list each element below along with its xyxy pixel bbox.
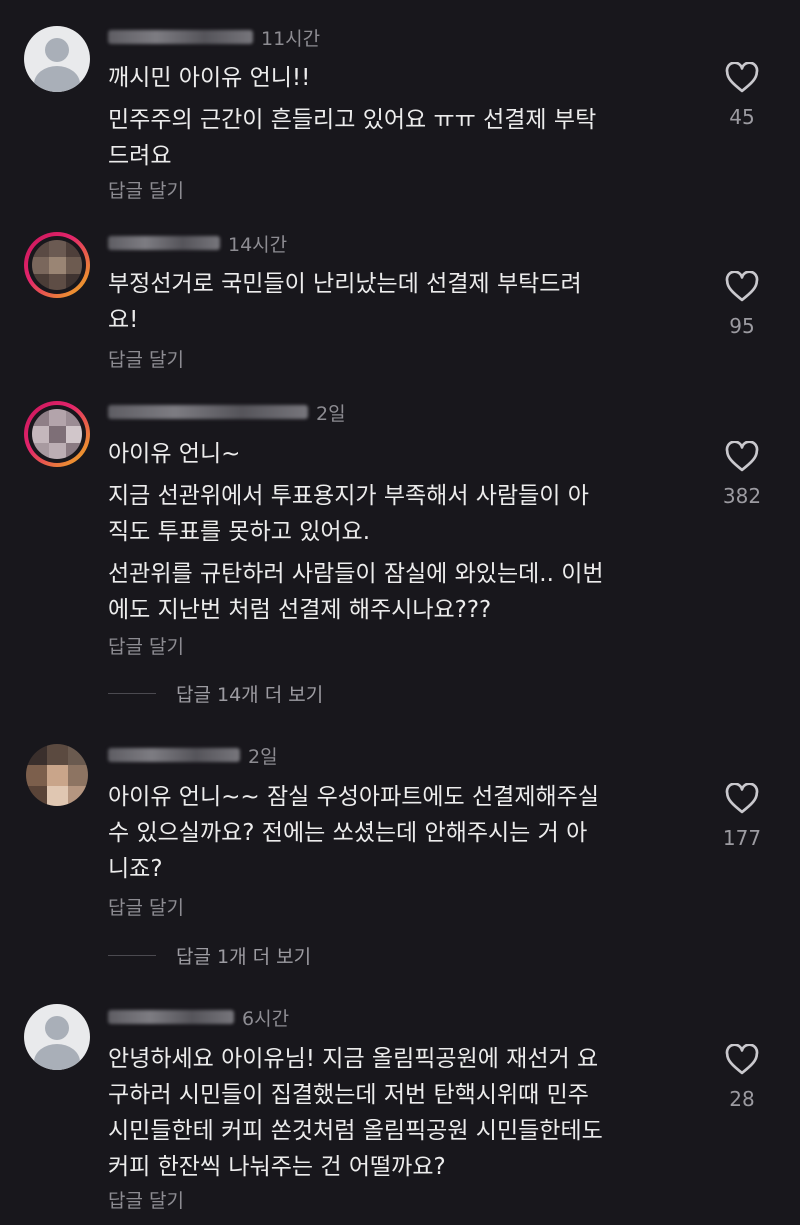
avatar-pixel (26, 744, 47, 765)
comment-text: 아이유 언니~~ 잠실 우성아파트에도 선결제해주실 수 있으실까요? 전에는 … (108, 779, 708, 893)
avatar-pixel (47, 744, 68, 765)
avatar-pixel (49, 426, 66, 443)
heart-icon[interactable] (725, 1044, 759, 1075)
comment-line: 깨시민 아이유 언니!! (108, 65, 311, 91)
avatar-image (32, 409, 82, 459)
comment-line: 지금 선관위에서 투표용지가 부족해서 사람들이 아 직도 투표를 못하고 있어… (108, 483, 589, 545)
avatar-image (32, 240, 82, 290)
heart-icon[interactable] (725, 441, 759, 472)
avatar[interactable] (26, 744, 88, 806)
comment-time: 2일 (248, 745, 278, 768)
avatar[interactable] (24, 401, 90, 467)
avatar-pixel (32, 257, 49, 274)
heart-icon[interactable] (725, 62, 759, 93)
avatar-pixel (66, 443, 82, 459)
username-redacted[interactable] (108, 748, 240, 762)
comment-meta: 6시간 (108, 1005, 290, 1030)
avatar-pixel (32, 426, 49, 443)
avatar-pixel (49, 274, 66, 290)
avatar-pixel (26, 786, 47, 806)
username-redacted[interactable] (108, 405, 308, 419)
avatar-pixel (49, 443, 66, 459)
avatar-pixel (68, 786, 88, 806)
view-more-replies[interactable]: 답글 14개 더 보기 (108, 680, 323, 707)
avatar[interactable] (24, 26, 90, 92)
comment-meta: 11시간 (108, 25, 321, 50)
avatar[interactable] (24, 1004, 90, 1070)
heart-icon[interactable] (725, 783, 759, 814)
username-redacted[interactable] (108, 1010, 234, 1024)
comment-text: 아이유 언니~ 지금 선관위에서 투표용지가 부족해서 사람들이 아 직도 투표… (108, 436, 708, 634)
reply-button[interactable]: 답글 달기 (108, 632, 184, 659)
avatar-pixel (66, 257, 82, 274)
comment-meta: 2일 (108, 743, 278, 768)
comment-line: 아이유 언니~~ 잠실 우성아파트에도 선결제해주실 수 있으실까요? 전에는 … (108, 784, 599, 882)
avatar-pixel (66, 426, 82, 443)
comment-meta: 14시간 (108, 231, 288, 256)
avatar-pixel (66, 409, 82, 426)
reply-button[interactable]: 답글 달기 (108, 345, 184, 372)
default-avatar-head (45, 1016, 69, 1040)
like-button[interactable]: 382 (712, 441, 772, 508)
view-more-replies-label[interactable]: 답글 1개 더 보기 (176, 942, 311, 969)
comment-text: 부정선거로 국민들이 난리났는데 선결제 부탁드려 요! (108, 266, 708, 344)
comment-line: 선관위를 규탄하러 사람들이 잠실에 와있는데.. 이번 에도 지난번 처럼 선… (108, 561, 604, 623)
avatar-pixel (32, 409, 49, 426)
like-button[interactable]: 177 (712, 783, 772, 850)
avatar-pixel (68, 744, 88, 765)
divider (108, 693, 156, 694)
reply-button[interactable]: 답글 달기 (108, 176, 184, 203)
avatar[interactable] (24, 232, 90, 298)
like-count: 382 (722, 484, 762, 508)
avatar-pixel (68, 765, 88, 786)
default-avatar-head (45, 38, 69, 62)
comment-text: 깨시민 아이유 언니!! 민주주의 근간이 흔들리고 있어요 ㅠㅠ 선결제 부탁… (108, 60, 708, 180)
avatar-pixel (49, 240, 66, 257)
comment-time: 6시간 (242, 1007, 290, 1030)
like-button[interactable]: 45 (712, 62, 772, 129)
comment-time: 11시간 (261, 27, 321, 50)
view-more-replies-label[interactable]: 답글 14개 더 보기 (176, 680, 323, 707)
comment-meta: 2일 (108, 400, 346, 425)
username-redacted[interactable] (108, 236, 220, 250)
like-count: 45 (729, 105, 755, 129)
reply-button[interactable]: 답글 달기 (108, 1186, 184, 1213)
like-count: 177 (722, 826, 762, 850)
comment-text: 안녕하세요 아이유님! 지금 올림픽공원에 재선거 요 구하러 시민들이 집결했… (108, 1041, 708, 1191)
like-count: 95 (729, 314, 755, 338)
default-avatar-body (34, 1044, 80, 1070)
comment-line: 안녕하세요 아이유님! 지금 올림픽공원에 재선거 요 구하러 시민들이 집결했… (108, 1046, 603, 1180)
reply-button[interactable]: 답글 달기 (108, 893, 184, 920)
view-more-replies[interactable]: 답글 1개 더 보기 (108, 942, 311, 969)
avatar-pixel (66, 240, 82, 257)
comment-line: 민주주의 근간이 흔들리고 있어요 ㅠㅠ 선결제 부탁 드려요 (108, 107, 597, 169)
like-button[interactable]: 28 (712, 1044, 772, 1111)
comment-line: 아이유 언니~ (108, 441, 241, 467)
like-button[interactable]: 95 (712, 271, 772, 338)
divider (108, 955, 156, 956)
avatar-pixel (32, 443, 49, 459)
comment-line: 부정선거로 국민들이 난리났는데 선결제 부탁드려 요! (108, 271, 582, 333)
like-count: 28 (729, 1087, 755, 1111)
avatar-pixel (26, 765, 47, 786)
avatar-pixel (49, 257, 66, 274)
avatar-pixel (66, 274, 82, 290)
default-avatar-body (34, 66, 80, 92)
avatar-pixel (47, 786, 68, 806)
avatar-pixel (49, 409, 66, 426)
avatar-pixel (32, 240, 49, 257)
comment-time: 14시간 (228, 233, 288, 256)
comment-time: 2일 (316, 402, 346, 425)
avatar-pixel (32, 274, 49, 290)
avatar-pixel (47, 765, 68, 786)
avatar-image (26, 744, 88, 806)
heart-icon[interactable] (725, 271, 759, 302)
username-redacted[interactable] (108, 30, 253, 44)
